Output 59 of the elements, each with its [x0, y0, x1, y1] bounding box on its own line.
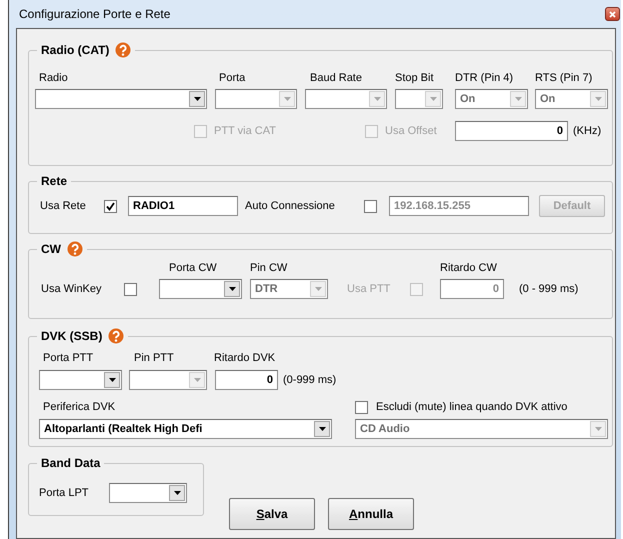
field-label: DTR (Pin 4) — [455, 71, 514, 85]
window-title: Configurazione Porte e Rete — [19, 6, 170, 23]
dialog-button[interactable]: Salva — [229, 498, 315, 530]
group-title: CW — [41, 241, 61, 257]
group-title: DVK (SSB) — [41, 328, 102, 344]
field-label: Pin CW — [250, 261, 288, 275]
checkbox[interactable] — [124, 282, 137, 296]
caret-icon — [430, 97, 436, 101]
caret-icon — [318, 427, 326, 431]
field-label: Porta PTT — [43, 351, 94, 365]
caret-icon — [374, 97, 380, 101]
caret-icon — [594, 97, 602, 101]
field-label: Periferica DVK — [43, 400, 116, 414]
group-title: Radio (CAT) — [41, 42, 110, 58]
dialog-button[interactable]: Annulla — [328, 498, 414, 530]
field-label: Ritardo DVK — [214, 351, 276, 365]
field-label: Ritardo CW — [440, 261, 498, 275]
field-label: Baud Rate — [310, 71, 363, 85]
caret-icon — [314, 287, 322, 291]
field-label: Usa Offset — [385, 124, 438, 138]
dropdown[interactable] — [35, 89, 207, 109]
dropdown[interactable]: Altoparlanti (Realtek High Defi — [39, 419, 332, 439]
checkbox[interactable] — [364, 200, 377, 212]
field-label: Radio — [39, 71, 69, 85]
close-button[interactable] — [605, 7, 620, 21]
caret-icon — [228, 287, 236, 291]
field-label: (0-999 ms) — [283, 373, 338, 387]
group-title: Rete — [41, 173, 68, 189]
field-label: Stop Bit — [395, 71, 435, 85]
dropdown[interactable] — [109, 483, 187, 503]
caret-icon — [174, 491, 180, 495]
field-label: Usa Rete — [40, 199, 87, 213]
close-icon — [609, 10, 616, 18]
checkbox[interactable] — [104, 200, 117, 212]
checkbox[interactable] — [355, 400, 368, 414]
field-label: Porta LPT — [39, 486, 90, 500]
field-label: Porta — [219, 71, 246, 85]
field-label: Usa PTT — [347, 282, 392, 296]
caret-icon — [108, 378, 116, 382]
field-label: Porta CW — [169, 261, 218, 275]
caret-icon — [594, 427, 602, 431]
field-label: Pin PTT — [134, 351, 175, 365]
field-label: Auto Connessione — [245, 199, 336, 213]
dropdown[interactable] — [159, 279, 242, 299]
group-title: Band Data — [41, 455, 100, 471]
text-field[interactable]: 0 — [215, 370, 278, 390]
field-label: (KHz) — [573, 124, 602, 138]
field-label: Usa WinKey — [41, 282, 103, 296]
field-label: Escludi (mute) linea quando DVK attivo — [376, 400, 568, 414]
field-label: PTT via CAT — [214, 124, 277, 138]
caret-icon — [194, 378, 200, 382]
caret-icon — [194, 97, 200, 101]
text-field[interactable]: RADIO1 — [128, 196, 238, 216]
field-label: (0 - 999 ms) — [519, 282, 580, 296]
text-field[interactable]: 0 — [455, 121, 568, 141]
caret-icon — [514, 97, 522, 101]
dropdown[interactable] — [39, 370, 122, 390]
caret-icon — [284, 97, 290, 101]
field-label: RTS (Pin 7) — [535, 71, 594, 85]
